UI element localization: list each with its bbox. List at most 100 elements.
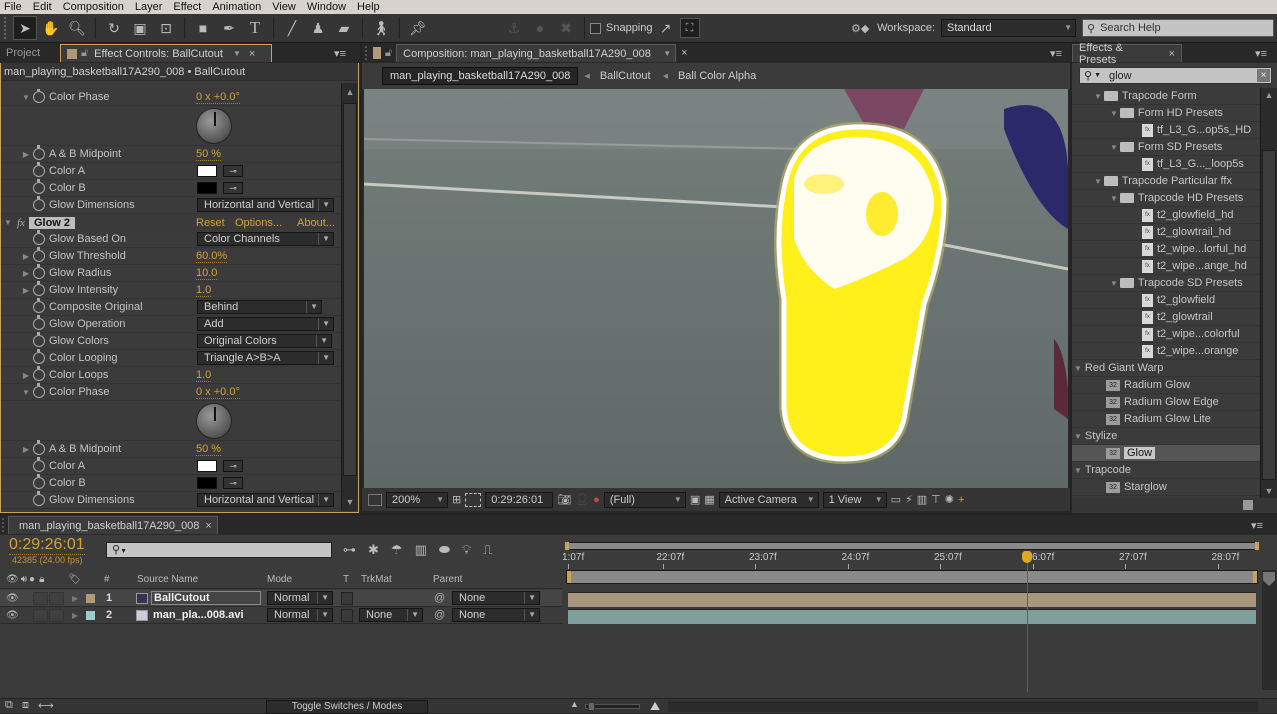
effect-header-glow-2[interactable]: ▼ fx Glow 2 Reset Options... About... <box>1 214 341 231</box>
stopwatch-icon[interactable] <box>33 440 45 455</box>
tab-effect-controls[interactable]: 🔓︎ Effect Controls: BallCutout ▼ × <box>60 44 272 62</box>
crumb-ballcutout[interactable]: BallCutout <box>600 70 651 82</box>
menu-effect[interactable]: Effect <box>169 1 208 13</box>
zoom-in-mountain-icon[interactable]: ⛰︎ <box>650 699 660 714</box>
layer-source-name[interactable]: BallCutout <box>151 591 261 605</box>
effects-tree-item[interactable]: fx t2_glowfield <box>1072 292 1260 309</box>
eyedropper-icon[interactable]: ⊸ <box>223 477 243 489</box>
menu-view[interactable]: View <box>268 1 303 13</box>
property-value[interactable]: 60.0% <box>196 250 228 263</box>
stopwatch-icon[interactable] <box>33 315 45 330</box>
stopwatch-icon[interactable] <box>33 89 45 103</box>
effects-tree-item[interactable]: ▼ Form SD Presets <box>1072 139 1260 156</box>
property-value[interactable]: 50 % <box>196 148 222 161</box>
axis-mode-button[interactable]: ⚓︎ <box>502 16 526 40</box>
twirl-closed-icon[interactable]: ▶ <box>21 269 31 278</box>
close-icon[interactable]: × <box>1169 48 1175 60</box>
new-folder-icon[interactable] <box>1243 500 1253 510</box>
menu-file[interactable]: File <box>0 1 29 13</box>
property-value[interactable]: 1.0 <box>196 369 212 382</box>
crumb-comp[interactable]: man_playing_basketball17A290_008 <box>382 67 579 85</box>
stopwatch-icon[interactable] <box>33 332 45 347</box>
twirl-closed-icon[interactable]: ▶ <box>21 445 31 454</box>
twirl-open-icon[interactable]: ▼ <box>1110 194 1118 203</box>
layer-source-name[interactable]: man_pla...008.avi <box>151 609 244 621</box>
scroll-down-arrow[interactable]: ▼ <box>342 497 358 507</box>
color-swatch[interactable] <box>197 477 217 489</box>
property-dropdown[interactable]: Original Colors <box>197 334 332 348</box>
lock-icon[interactable]: 🔓︎ <box>81 47 88 60</box>
twirl-closed-icon[interactable]: ▶ <box>72 611 78 620</box>
layer-row[interactable]: 👁︎ ▶ 2 man_pla...008.avi Normal None @ None <box>0 607 562 624</box>
playhead-handle[interactable] <box>1021 551 1032 563</box>
stopwatch-icon[interactable] <box>33 162 45 177</box>
layer-switches-icon[interactable]: ⧉ <box>5 699 13 712</box>
region-of-interest-icon[interactable]: ▣ <box>690 493 700 506</box>
lock-switch[interactable] <box>49 591 64 605</box>
snapping-checkbox[interactable] <box>590 22 601 34</box>
scroll-thumb[interactable] <box>343 103 357 476</box>
workspace-menu-button[interactable]: ⚙◆ <box>848 16 872 40</box>
trkmat-dropdown[interactable]: None <box>359 608 423 622</box>
fast-previews-icon[interactable]: ⚡︎ <box>905 493 913 506</box>
stopwatch-icon[interactable] <box>33 366 45 381</box>
twirl-closed-icon[interactable]: ▶ <box>72 594 78 603</box>
effects-tree-item[interactable]: fx t2_glowtrail <box>1072 309 1260 326</box>
type-tool-button[interactable]: T <box>243 16 267 40</box>
comp-mini-flowchart-icon[interactable]: ⊶ <box>343 542 356 558</box>
panel-menu-icon[interactable]: ▾≡ <box>1251 519 1263 532</box>
stopwatch-icon[interactable] <box>33 383 45 398</box>
close-icon[interactable]: × <box>249 48 255 60</box>
effects-tree-item[interactable]: ▼ Form HD Presets <box>1072 105 1260 122</box>
panel-menu-icon[interactable]: ▾≡ <box>1255 47 1267 60</box>
panel-menu-icon[interactable]: ▾≡ <box>334 47 346 60</box>
effects-tree-item[interactable]: ▼ Trapcode HD Presets <box>1072 190 1260 207</box>
brainstorm-icon[interactable]: 💡︎ <box>462 542 471 558</box>
eyedropper-icon[interactable]: ⊸ <box>223 182 243 194</box>
timeline-horizontal-scrollbar[interactable] <box>668 701 1258 712</box>
effects-tree-item[interactable]: ▼ Trapcode SD Presets <box>1072 275 1260 292</box>
clone-stamp-tool-button[interactable]: ♟ <box>306 16 330 40</box>
property-dropdown[interactable]: Color Channels <box>197 232 334 246</box>
stopwatch-icon[interactable] <box>33 230 45 245</box>
scroll-thumb[interactable] <box>1262 150 1276 480</box>
effects-tree-item[interactable]: 32 Glow <box>1072 445 1260 462</box>
reset-link[interactable]: Reset <box>196 217 225 229</box>
motion-blur-icon[interactable]: ⬬ <box>439 542 450 558</box>
video-eye-icon[interactable]: 👁︎ <box>6 593 19 604</box>
property-value[interactable]: 50 % <box>196 443 222 456</box>
frame-blending-icon[interactable]: ▥ <box>415 542 427 558</box>
effects-tree-item[interactable]: fx t2_wipe...lorful_hd <box>1072 241 1260 258</box>
scroll-down-arrow[interactable]: ▼ <box>1261 486 1277 496</box>
effects-search-input[interactable]: ⚲ ▼ glow × <box>1079 67 1272 84</box>
effects-tree-item[interactable]: fx t2_glowtrail_hd <box>1072 224 1260 241</box>
property-dropdown[interactable]: Behind <box>197 300 322 314</box>
twirl-closed-icon[interactable]: ▶ <box>21 286 31 295</box>
scroll-up-arrow[interactable]: ▲ <box>1261 90 1277 100</box>
always-preview-icon[interactable] <box>368 493 382 506</box>
resolution-dropdown[interactable]: (Full) ▼ <box>603 491 686 508</box>
effect-controls-scrollbar[interactable]: ▲ ▼ <box>341 83 358 511</box>
effects-tree-item[interactable]: fx tf_L3_G...op5s_HD <box>1072 122 1260 139</box>
rotation-tool-button[interactable]: ↻ <box>102 16 126 40</box>
layer-mode-dropdown[interactable]: Normal <box>267 591 333 605</box>
flowchart-icon[interactable]: ⊤ <box>931 493 941 506</box>
property-value[interactable]: 10.0 <box>196 267 218 280</box>
pen-tool-button[interactable]: ✒ <box>217 16 241 40</box>
toolbar-grip[interactable] <box>4 17 12 39</box>
snap-feature-button[interactable]: ⛶ <box>679 18 700 38</box>
effects-tree-item[interactable]: ▼ Trapcode Form <box>1072 88 1260 105</box>
toggle-pixel-aspect-icon[interactable]: ▭ <box>891 493 901 506</box>
audio-switch[interactable] <box>33 608 48 622</box>
scroll-thumb[interactable] <box>1263 572 1275 586</box>
snapshot-camera-icon[interactable]: 📷︎ <box>557 493 571 506</box>
stopwatch-icon[interactable] <box>33 247 45 262</box>
twirl-open-icon[interactable]: ▼ <box>1074 466 1082 475</box>
twirl-closed-icon[interactable]: ▶ <box>21 252 31 261</box>
twirl-open-icon[interactable]: ▼ <box>1110 143 1118 152</box>
property-dropdown[interactable]: Add <box>197 317 334 331</box>
stopwatch-icon[interactable] <box>33 474 45 489</box>
property-value[interactable]: 1.0 <box>196 284 212 297</box>
layer-row[interactable]: 👁︎ ▶ 1 BallCutout Normal @ None <box>0 590 562 607</box>
menu-composition[interactable]: Composition <box>59 1 131 13</box>
